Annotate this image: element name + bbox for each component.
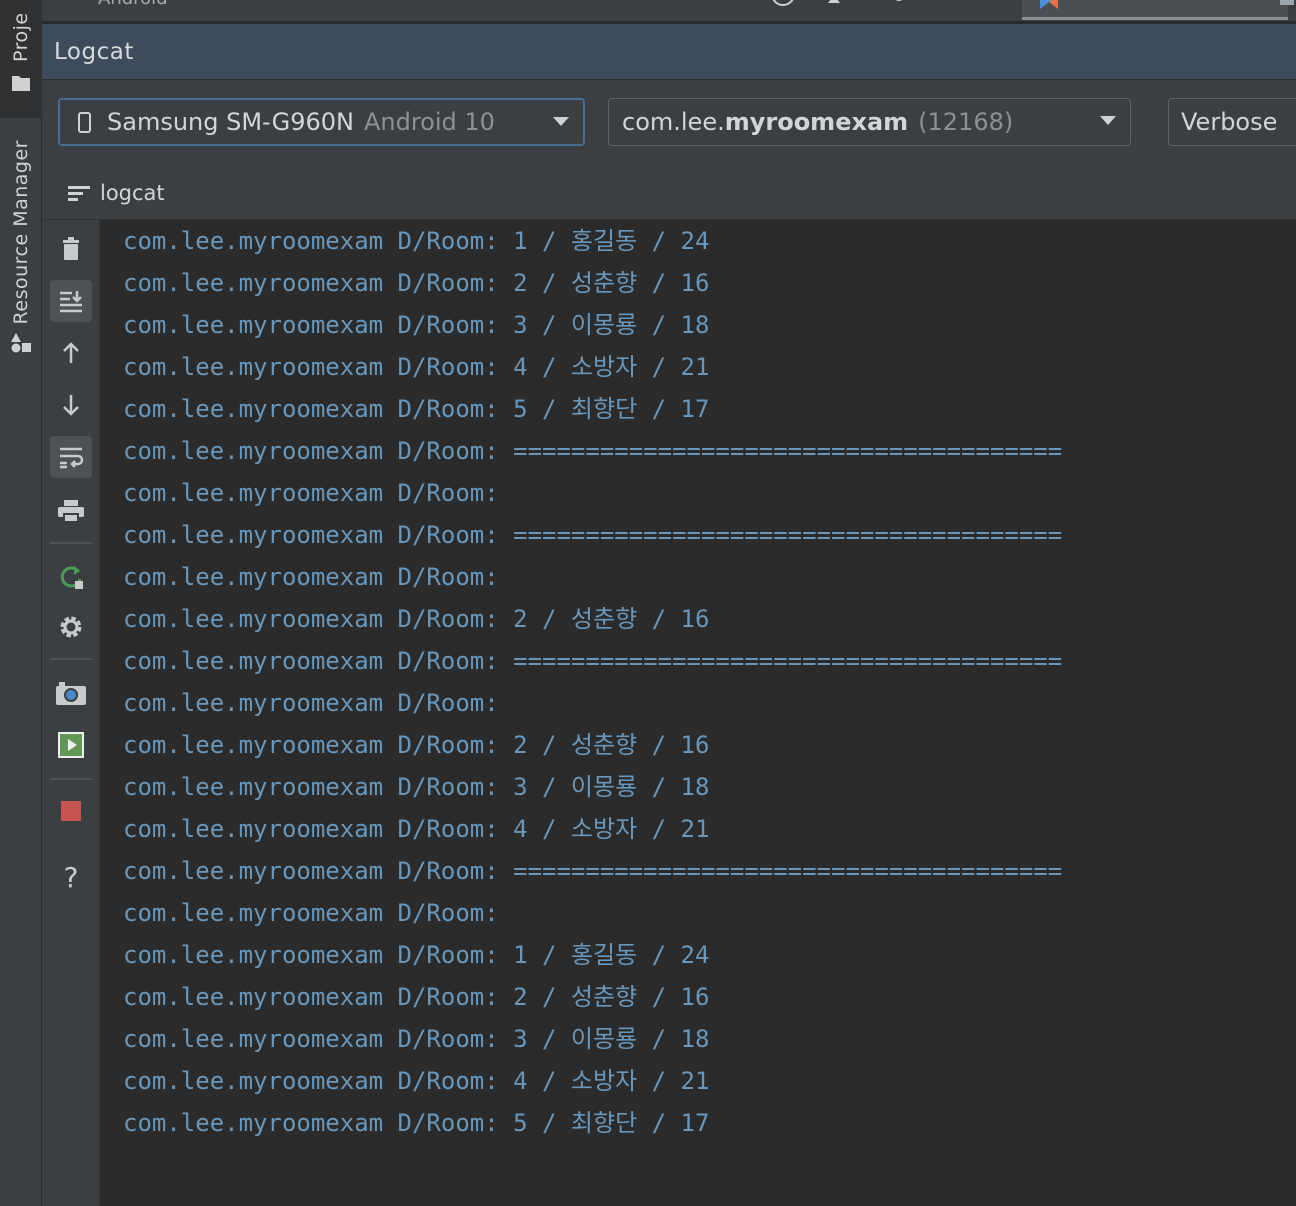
globe-icon[interactable] bbox=[770, 0, 796, 12]
left-tool-strip: Proje Resource Manager bbox=[0, 0, 42, 1206]
log-line: com.lee.myroomexam D/Room: 1 / 홍길동 / 24 bbox=[123, 941, 710, 969]
log-line: com.lee.myroomexam D/Room: 1 / 홍길동 / 24 bbox=[123, 227, 710, 255]
resource-manager-tab-label: Resource Manager bbox=[10, 140, 32, 325]
log-line: com.lee.myroomexam D/Room: 3 / 이몽룡 / 18 bbox=[123, 311, 710, 339]
log-line: com.lee.myroomexam D/Room: 3 / 이몽룡 / 18 bbox=[123, 1025, 710, 1053]
print-icon[interactable] bbox=[50, 490, 92, 532]
scroll-to-end-icon[interactable] bbox=[50, 280, 92, 322]
log-line: com.lee.myroomexam D/Room: 4 / 소방자 / 21 bbox=[123, 1067, 710, 1095]
stop-icon[interactable] bbox=[50, 790, 92, 832]
logcat-panel-header: Logcat bbox=[42, 24, 1296, 80]
log-line: com.lee.myroomexam D/Room: =============… bbox=[123, 437, 1063, 465]
logcat-subtab[interactable]: logcat bbox=[100, 181, 165, 205]
kotlin-file-icon bbox=[1038, 0, 1060, 13]
top-toolbar: Android bbox=[42, 0, 1296, 22]
gear-icon[interactable] bbox=[890, 0, 908, 11]
resource-manager-tool-tab[interactable]: Resource Manager bbox=[0, 140, 42, 400]
screenshot-icon[interactable] bbox=[50, 672, 92, 714]
settings-icon[interactable] bbox=[50, 606, 92, 648]
project-tool-tab[interactable]: Proje bbox=[0, 0, 42, 118]
project-tab-label: Proje bbox=[10, 12, 32, 62]
logcat-filter-bar: Samsung SM-G960N Android 10 com.lee. myro… bbox=[42, 80, 1296, 166]
log-line: com.lee.myroomexam D/Room: =============… bbox=[123, 521, 1063, 549]
device-selector[interactable]: Samsung SM-G960N Android 10 bbox=[58, 98, 585, 146]
logcat-title: Logcat bbox=[54, 38, 134, 65]
process-pid: (12168) bbox=[918, 108, 1014, 136]
active-editor-tab[interactable] bbox=[1022, 0, 1288, 20]
chevron-down-icon bbox=[553, 117, 569, 126]
log-line: com.lee.myroomexam D/Room: bbox=[123, 479, 499, 507]
log-line: com.lee.myroomexam D/Room: 2 / 성춘향 / 16 bbox=[123, 269, 710, 297]
device-os: Android 10 bbox=[363, 108, 495, 136]
process-prefix: com.lee. bbox=[622, 108, 725, 136]
process-name: myroomexam bbox=[724, 108, 909, 136]
help-icon[interactable]: ? bbox=[50, 856, 92, 898]
toolbar-separator bbox=[50, 542, 92, 544]
toolbar-separator bbox=[50, 778, 92, 780]
logcat-lines-icon bbox=[68, 185, 90, 201]
log-line: com.lee.myroomexam D/Room: bbox=[123, 899, 499, 927]
android-view-label[interactable]: Android bbox=[98, 0, 168, 9]
screen-record-icon[interactable] bbox=[50, 724, 92, 766]
logcat-subtab-row: logcat bbox=[42, 166, 1296, 220]
log-line: com.lee.myroomexam D/Room: bbox=[123, 689, 499, 717]
soft-wrap-icon[interactable] bbox=[50, 436, 92, 478]
log-line: com.lee.myroomexam D/Room: 4 / 소방자 / 21 bbox=[123, 353, 710, 381]
logcat-output[interactable]: com.lee.myroomexam D/Room: 1 / 홍길동 / 24 … bbox=[100, 220, 1296, 1206]
log-line: com.lee.myroomexam D/Room: =============… bbox=[123, 857, 1063, 885]
log-level-value: Verbose bbox=[1181, 108, 1278, 136]
down-arrow-icon[interactable] bbox=[50, 384, 92, 426]
trash-icon[interactable] bbox=[50, 228, 92, 270]
log-level-selector[interactable]: Verbose bbox=[1168, 98, 1296, 146]
logcat-action-toolbar: ? bbox=[42, 220, 100, 1206]
pin-icon[interactable] bbox=[826, 0, 842, 13]
log-line: com.lee.myroomexam D/Room: =============… bbox=[123, 647, 1063, 675]
toolbar-separator bbox=[50, 658, 92, 660]
folder-icon bbox=[10, 72, 32, 94]
process-selector[interactable]: com.lee. myroomexam (12168) bbox=[608, 98, 1131, 146]
phone-icon bbox=[78, 111, 91, 133]
log-line: com.lee.myroomexam D/Room: bbox=[123, 563, 499, 591]
log-line: com.lee.myroomexam D/Room: 3 / 이몽룡 / 18 bbox=[123, 773, 710, 801]
log-line: com.lee.myroomexam D/Room: 2 / 성춘향 / 16 bbox=[123, 983, 710, 1011]
log-line: com.lee.myroomexam D/Room: 5 / 최향단 / 17 bbox=[123, 1109, 710, 1137]
up-arrow-icon[interactable] bbox=[50, 332, 92, 374]
chevron-down-icon bbox=[1100, 116, 1116, 125]
android-file-icon[interactable] bbox=[1280, 0, 1296, 13]
restart-icon[interactable] bbox=[50, 556, 92, 598]
log-line: com.lee.myroomexam D/Room: 4 / 소방자 / 21 bbox=[123, 815, 710, 843]
log-line: com.lee.myroomexam D/Room: 2 / 성춘향 / 16 bbox=[123, 731, 710, 759]
log-line: com.lee.myroomexam D/Room: 2 / 성춘향 / 16 bbox=[123, 605, 710, 633]
resource-manager-icon bbox=[10, 332, 32, 354]
device-name: Samsung SM-G960N bbox=[107, 108, 354, 136]
log-line: com.lee.myroomexam D/Room: 5 / 최향단 / 17 bbox=[123, 395, 710, 423]
